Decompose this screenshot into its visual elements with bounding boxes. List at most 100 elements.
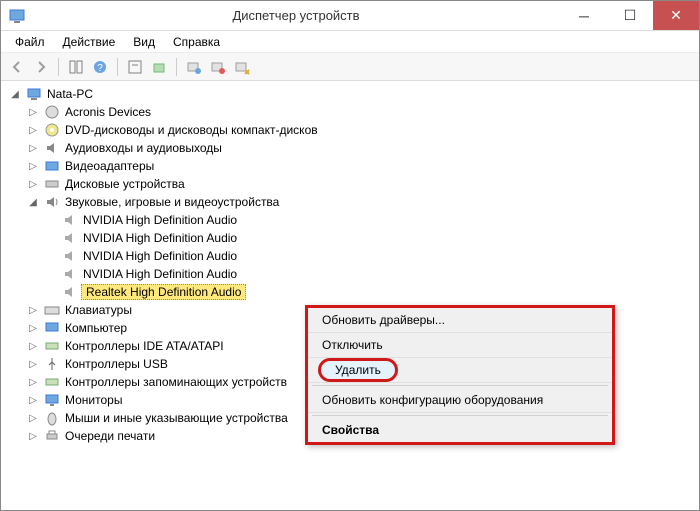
tree-label: Acronis Devices	[63, 105, 153, 119]
forward-button[interactable]	[31, 57, 51, 77]
storage-controller-icon	[44, 374, 60, 390]
expander-icon[interactable]: ▷	[25, 356, 41, 372]
toolbar: ?	[1, 53, 699, 81]
monitor-icon	[44, 392, 60, 408]
sound-device-icon	[62, 284, 78, 300]
app-icon	[9, 8, 25, 24]
expander-icon[interactable]: ▷	[25, 392, 41, 408]
tree-label: Мыши и иные указывающие устройства	[63, 411, 290, 425]
window-title: Диспетчер устройств	[31, 8, 561, 23]
context-menu-separator	[312, 385, 608, 386]
window-controls: ─ ☐ ✕	[561, 1, 699, 30]
tree-label: Контроллеры IDE ATA/ATAPI	[63, 339, 226, 353]
back-button[interactable]	[7, 57, 27, 77]
toolbar-separator	[176, 58, 177, 76]
computer-icon	[44, 320, 60, 336]
menu-file[interactable]: Файл	[7, 33, 53, 51]
controller-icon	[44, 338, 60, 354]
tree-label: Мониторы	[63, 393, 124, 407]
tree-label: NVIDIA High Definition Audio	[81, 267, 239, 281]
expander-icon[interactable]: ▷	[25, 158, 41, 174]
mouse-icon	[44, 410, 60, 426]
uninstall-icon[interactable]	[208, 57, 228, 77]
update-icon[interactable]	[149, 57, 169, 77]
menu-view[interactable]: Вид	[125, 33, 163, 51]
toolbar-separator	[58, 58, 59, 76]
sound-device-icon	[62, 212, 78, 228]
sound-device-icon	[62, 230, 78, 246]
tree-label: Nata-PC	[45, 87, 95, 101]
tree-label: Очереди печати	[63, 429, 157, 443]
expander-icon[interactable]: ▷	[25, 140, 41, 156]
context-menu-delete[interactable]: Удалить	[308, 358, 612, 383]
scan-hardware-icon[interactable]	[184, 57, 204, 77]
expander-spacer	[43, 230, 59, 246]
minimize-button[interactable]: ─	[561, 1, 607, 30]
expander-icon[interactable]: ▷	[25, 338, 41, 354]
tree-item[interactable]: ▷ Acronis Devices	[7, 103, 693, 121]
tree-label: Компьютер	[63, 321, 129, 335]
display-adapter-icon	[44, 158, 60, 174]
menu-action[interactable]: Действие	[55, 33, 124, 51]
tree-label: Realtek High Definition Audio	[81, 284, 246, 300]
expander-icon[interactable]: ▷	[25, 302, 41, 318]
context-menu-disable[interactable]: Отключить	[308, 333, 612, 358]
context-menu-properties[interactable]: Свойства	[308, 418, 612, 442]
tree-label: Звуковые, игровые и видеоустройства	[63, 195, 281, 209]
tree-item[interactable]: NVIDIA High Definition Audio	[7, 229, 693, 247]
tree-item[interactable]: ▷ Дисковые устройства	[7, 175, 693, 193]
expander-icon[interactable]: ▷	[25, 176, 41, 192]
disable-icon[interactable]	[232, 57, 252, 77]
tree-label: NVIDIA High Definition Audio	[81, 213, 239, 227]
context-menu-separator	[312, 415, 608, 416]
tree-item[interactable]: NVIDIA High Definition Audio	[7, 211, 693, 229]
tree-label: NVIDIA High Definition Audio	[81, 231, 239, 245]
expander-icon[interactable]: ◢	[25, 194, 41, 210]
tree-item[interactable]: ▷ DVD-дисководы и дисководы компакт-диск…	[7, 121, 693, 139]
device-tree[interactable]: ◢ Nata-PC ▷ Acronis Devices ▷ DVD-дисков…	[1, 81, 699, 508]
tree-item[interactable]: NVIDIA High Definition Audio	[7, 265, 693, 283]
expander-icon[interactable]: ▷	[25, 428, 41, 444]
expander-spacer	[43, 212, 59, 228]
expander-icon[interactable]: ▷	[25, 104, 41, 120]
expander-icon[interactable]: ▷	[25, 122, 41, 138]
disk-drive-icon	[44, 176, 60, 192]
expander-spacer	[43, 266, 59, 282]
help-icon[interactable]: ?	[90, 57, 110, 77]
tree-item-selected[interactable]: Realtek High Definition Audio	[7, 283, 693, 301]
tree-label: Контроллеры запоминающих устройств	[63, 375, 289, 389]
tree-item[interactable]: NVIDIA High Definition Audio	[7, 247, 693, 265]
menubar: Файл Действие Вид Справка	[1, 31, 699, 53]
expander-spacer	[43, 284, 59, 300]
expander-spacer	[43, 248, 59, 264]
keyboard-icon	[44, 302, 60, 318]
disc-drive-icon	[44, 122, 60, 138]
maximize-button[interactable]: ☐	[607, 1, 653, 30]
audio-icon	[44, 140, 60, 156]
sound-icon	[44, 194, 60, 210]
expander-icon[interactable]: ▷	[25, 374, 41, 390]
printer-icon	[44, 428, 60, 444]
tree-label: Клавиатуры	[63, 303, 134, 317]
tree-label: Видеоадаптеры	[63, 159, 156, 173]
toolbar-separator	[117, 58, 118, 76]
expander-icon[interactable]: ▷	[25, 320, 41, 336]
tree-root[interactable]: ◢ Nata-PC	[7, 85, 693, 103]
context-menu-scan[interactable]: Обновить конфигурацию оборудования	[308, 388, 612, 413]
svg-text:?: ?	[97, 63, 103, 74]
tree-item[interactable]: ▷ Видеоадаптеры	[7, 157, 693, 175]
menu-help[interactable]: Справка	[165, 33, 228, 51]
titlebar: Диспетчер устройств ─ ☐ ✕	[1, 1, 699, 31]
context-menu: Обновить драйверы... Отключить Удалить О…	[305, 305, 615, 445]
properties-icon[interactable]	[125, 57, 145, 77]
sound-device-icon	[62, 266, 78, 282]
tree-item[interactable]: ▷ Аудиовходы и аудиовыходы	[7, 139, 693, 157]
context-menu-update-drivers[interactable]: Обновить драйверы...	[308, 308, 612, 333]
usb-icon	[44, 356, 60, 372]
show-hide-tree-button[interactable]	[66, 57, 86, 77]
tree-item[interactable]: ◢ Звуковые, игровые и видеоустройства	[7, 193, 693, 211]
tree-label: Контроллеры USB	[63, 357, 170, 371]
close-button[interactable]: ✕	[653, 1, 699, 30]
expander-icon[interactable]: ◢	[7, 86, 23, 102]
expander-icon[interactable]: ▷	[25, 410, 41, 426]
